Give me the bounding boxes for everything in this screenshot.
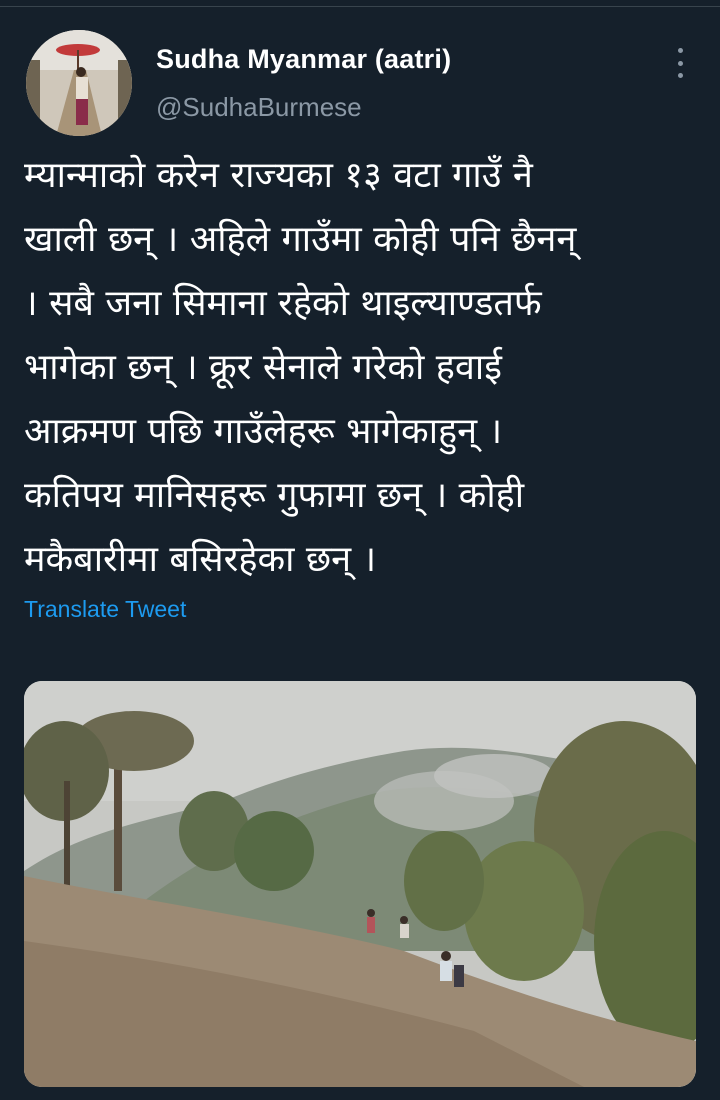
author-name[interactable]: Sudha Myanmar (aatri) bbox=[156, 44, 451, 75]
more-options-icon[interactable] bbox=[668, 48, 692, 78]
author-handle[interactable]: @SudhaBurmese bbox=[156, 92, 362, 123]
more-dot bbox=[677, 48, 683, 53]
top-divider bbox=[0, 6, 720, 7]
avatar-image bbox=[26, 30, 132, 136]
tweet-text: म्यान्माको करेन राज्यका १३ वटा गाउँ नै ख… bbox=[24, 155, 577, 580]
more-dot bbox=[677, 73, 683, 78]
avatar[interactable] bbox=[26, 30, 132, 136]
photo-hillside-scene bbox=[24, 681, 696, 1087]
tweet-photo[interactable] bbox=[24, 681, 696, 1087]
more-dot bbox=[677, 60, 683, 66]
translate-tweet-link[interactable]: Translate Tweet bbox=[24, 596, 186, 623]
